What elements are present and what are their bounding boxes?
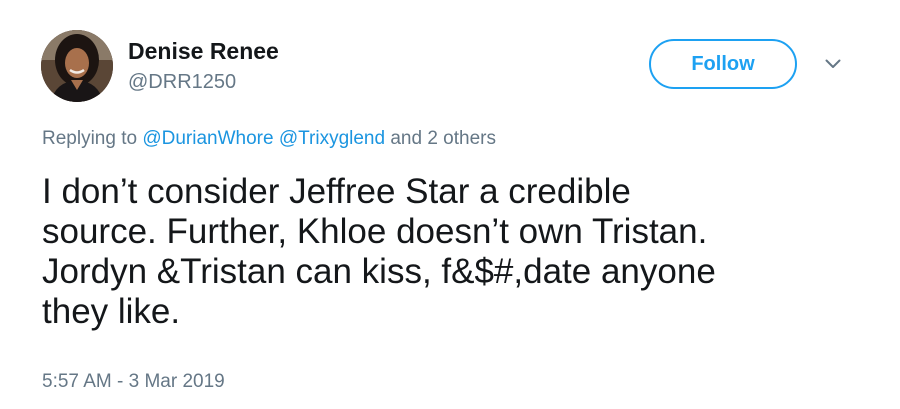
avatar[interactable] <box>41 30 113 102</box>
follow-button[interactable]: Follow <box>649 39 797 89</box>
screen-name[interactable]: @DRR1250 <box>128 71 236 94</box>
tweet-text-line: I don’t consider Jeffree Star a credible <box>42 172 631 211</box>
tweet-text-line: Jordyn &Tristan can kiss, f&$#,date anyo… <box>42 252 716 291</box>
tweet-text-line: source. Further, Khloe doesn’t own Trist… <box>42 212 708 251</box>
avatar-photo <box>41 30 113 102</box>
timestamp[interactable]: 5:57 AM - 3 Mar 2019 <box>42 371 225 393</box>
display-name[interactable]: Denise Renee <box>128 38 279 65</box>
reply-context: Replying to @DurianWhore @Trixyglend and… <box>42 128 496 150</box>
mention-link[interactable]: @DurianWhore <box>142 128 273 149</box>
tweet-text-line: they like. <box>42 292 181 331</box>
mention-link[interactable]: @Trixyglend <box>279 128 385 149</box>
reply-others[interactable]: and 2 others <box>390 128 496 149</box>
tweet-card: Denise Renee @DRR1250 Follow Replying to… <box>0 0 900 409</box>
tweet-text: I don’t consider Jeffree Star a credible… <box>42 172 842 332</box>
chevron-down-icon[interactable] <box>822 56 844 72</box>
reply-prefix: Replying to <box>42 128 138 149</box>
